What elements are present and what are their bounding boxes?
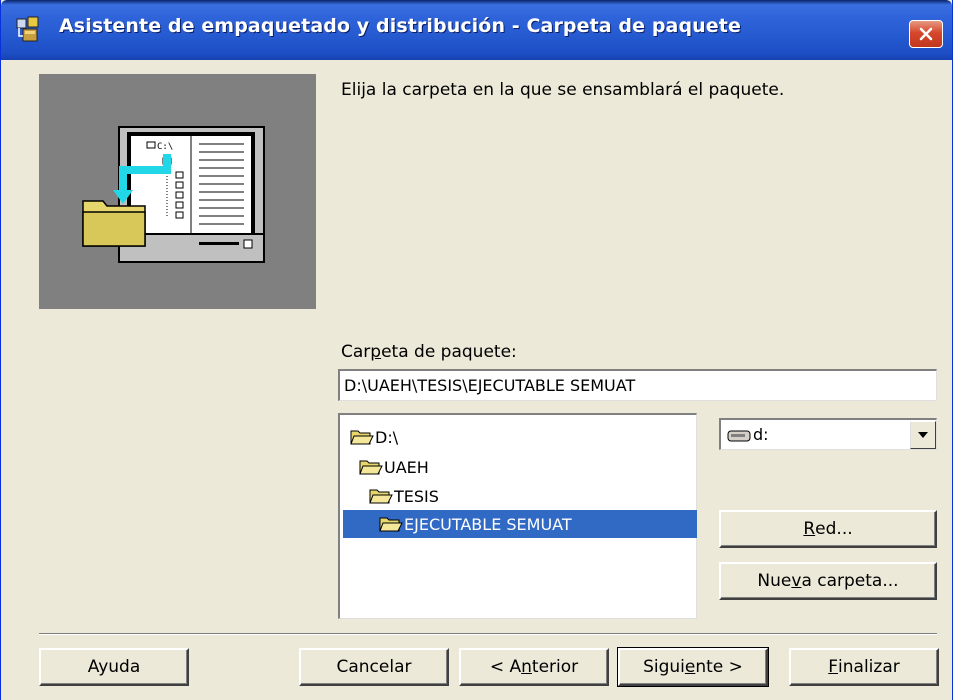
folder-open-icon [350, 427, 374, 447]
new-folder-button[interactable]: Nue v a carpeta... [719, 562, 937, 600]
drive-icon [727, 428, 751, 442]
folder-open-icon [359, 457, 383, 477]
close-button[interactable] [909, 20, 943, 48]
cancel-button[interactable]: Cancelar [299, 648, 449, 686]
next-button[interactable]: Sigui e nte > [617, 647, 769, 687]
package-wizard-icon [15, 16, 45, 44]
window-title: Asistente de empaquetado y distribución … [59, 15, 741, 37]
tree-item-label: UAEH [384, 457, 429, 477]
wizard-window: Asistente de empaquetado y distribución … [0, 0, 953, 700]
tree-item-uaeh[interactable]: UAEH [359, 453, 429, 481]
tree-item-label: EJECUTABLE SEMUAT [404, 514, 572, 534]
drive-value: d: [753, 425, 769, 444]
chevron-down-icon [918, 431, 928, 438]
directory-tree[interactable]: D:\ UAEH TESIS EJECUTABLE SEMUAT [338, 413, 697, 619]
help-button[interactable]: Ayuda [39, 648, 189, 686]
tree-item-label: D:\ [375, 427, 399, 447]
finish-button[interactable]: Finalizar [789, 648, 939, 686]
svg-text:C:\: C:\ [157, 142, 173, 152]
footer-separator [39, 633, 937, 635]
instruction-text: Elija la carpeta en la que se ensamblará… [341, 80, 785, 100]
tree-item-ejecutable-semuat[interactable]: EJECUTABLE SEMUAT [343, 510, 697, 538]
package-folder-label: Carpeta de paquete: [341, 342, 517, 362]
folder-open-icon [369, 486, 393, 506]
package-folder-input[interactable]: D:\UAEH\TESIS\EJECUTABLE SEMUAT [338, 369, 937, 401]
tree-item-root[interactable]: D:\ [350, 423, 398, 451]
back-button[interactable]: < An terior [459, 648, 609, 686]
network-button[interactable]: Red... [719, 510, 937, 548]
title-bar[interactable]: Asistente de empaquetado y distribución … [1, 0, 952, 60]
drive-select[interactable]: d: [719, 418, 937, 450]
close-icon [919, 27, 933, 41]
wizard-illustration: C:\ [39, 74, 316, 309]
tree-item-tesis[interactable]: TESIS [369, 482, 439, 510]
tree-item-label: TESIS [394, 486, 439, 506]
folder-open-icon [379, 514, 403, 534]
drive-dropdown-button[interactable] [910, 420, 936, 449]
